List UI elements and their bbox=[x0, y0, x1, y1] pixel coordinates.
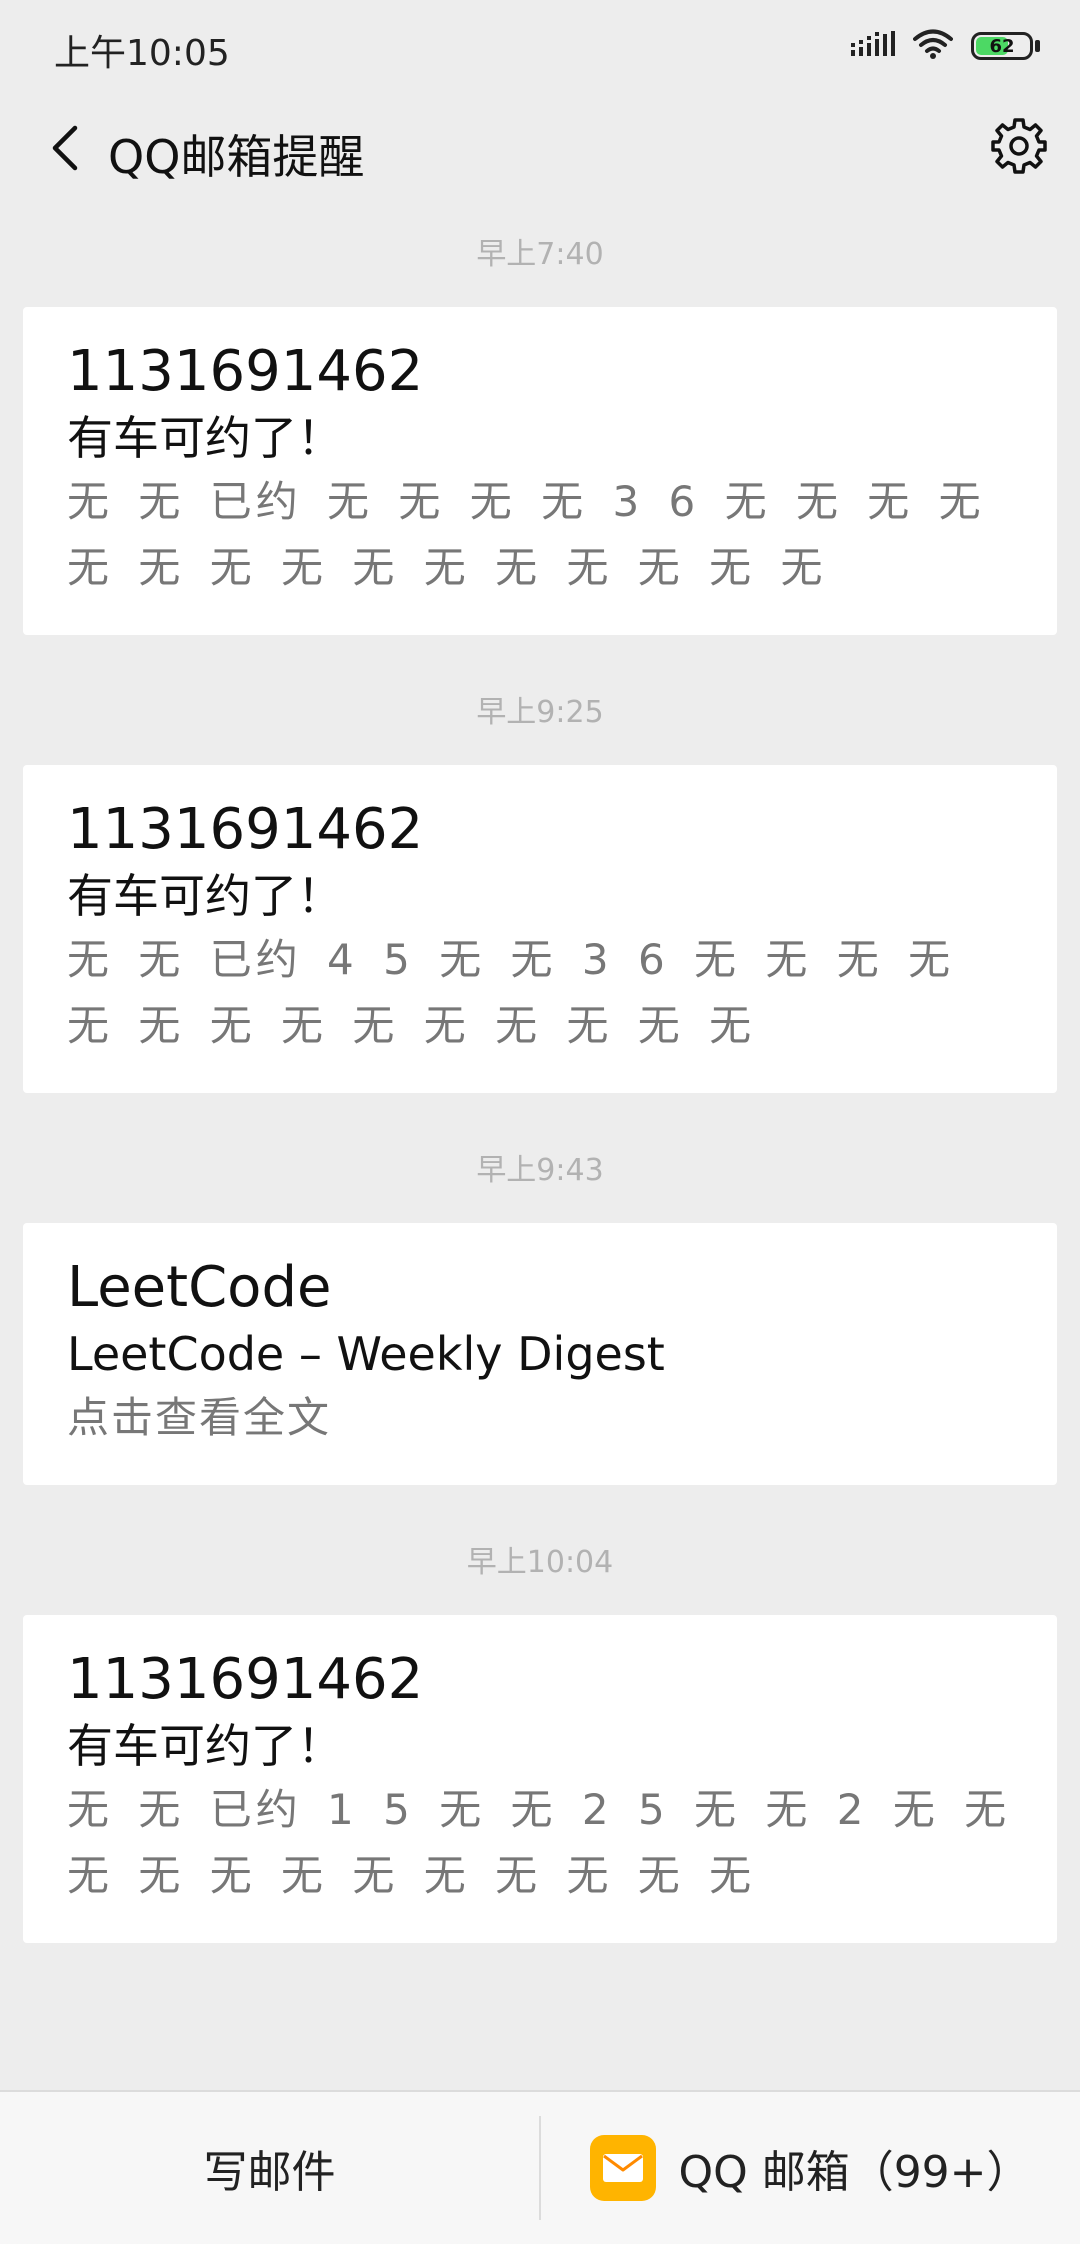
message-group: 早上10:04 1131691462 有车可约了！ 无 无 已约 1 5 无 无… bbox=[0, 1543, 1080, 1943]
message-subject: 有车可约了！ bbox=[67, 411, 343, 465]
status-bar: 上午10:05 62 bbox=[0, 0, 1080, 95]
message-body: 点击查看全文 bbox=[67, 1393, 332, 1442]
message-timestamp: 早上9:25 bbox=[476, 695, 604, 730]
app-label: QQ 邮箱（99+） bbox=[678, 2147, 1031, 2198]
back-button[interactable] bbox=[30, 115, 100, 185]
message-group: 早上7:40 1131691462 有车可约了！ 无 无 已约 无 无 无 无 … bbox=[0, 235, 1080, 635]
message-timestamp: 早上9:43 bbox=[476, 1153, 604, 1188]
nav-bar: QQ邮箱提醒 bbox=[0, 95, 1080, 205]
open-qq-mail-button[interactable]: QQ 邮箱（99+） bbox=[541, 2092, 1080, 2244]
message-sender: LeetCode bbox=[67, 1255, 332, 1320]
bottom-bar: 写邮件 QQ 邮箱（99+） bbox=[0, 2090, 1080, 2244]
mail-envelope-icon bbox=[590, 2135, 657, 2201]
gear-icon bbox=[991, 118, 1047, 178]
message-group: 早上9:25 1131691462 有车可约了！ 无 无 已约 4 5 无 无 … bbox=[0, 693, 1080, 1093]
settings-button[interactable] bbox=[986, 115, 1052, 181]
message-timestamp: 早上10:04 bbox=[466, 1545, 614, 1580]
message-sender: 1131691462 bbox=[67, 1647, 424, 1712]
message-sender: 1131691462 bbox=[67, 797, 424, 862]
compose-label: 写邮件 bbox=[203, 2147, 336, 2198]
message-subject: LeetCode – Weekly Digest bbox=[67, 1327, 665, 1381]
message-card[interactable]: 1131691462 有车可约了！ 无 无 已约 1 5 无 无 2 5 无 无… bbox=[23, 1615, 1057, 1943]
message-feed: 早上7:40 1131691462 有车可约了！ 无 无 已约 无 无 无 无 … bbox=[0, 235, 1080, 1943]
message-sender: 1131691462 bbox=[67, 339, 424, 404]
message-group: 早上9:43 LeetCode LeetCode – Weekly Digest… bbox=[0, 1151, 1080, 1485]
message-timestamp: 早上7:40 bbox=[476, 237, 604, 272]
message-body: 无 无 已约 无 无 无 无 3 6 无 无 无 无 无 无 无 无 无 无 无… bbox=[67, 477, 985, 592]
message-subject: 有车可约了！ bbox=[67, 1719, 343, 1773]
compose-button[interactable]: 写邮件 bbox=[0, 2092, 539, 2244]
chevron-left-icon bbox=[45, 123, 85, 177]
message-card[interactable]: LeetCode LeetCode – Weekly Digest 点击查看全文 bbox=[23, 1223, 1057, 1485]
message-subject: 有车可约了！ bbox=[67, 869, 343, 923]
message-card[interactable]: 1131691462 有车可约了！ 无 无 已约 4 5 无 无 3 6 无 无… bbox=[23, 765, 1057, 1093]
status-time: 上午10:05 bbox=[54, 33, 230, 74]
signal-icon bbox=[851, 29, 895, 63]
page-title: QQ邮箱提醒 bbox=[108, 130, 365, 184]
message-body: 无 无 已约 4 5 无 无 3 6 无 无 无 无 无 无 无 无 无 无 无… bbox=[67, 935, 955, 1050]
battery-icon: 62 bbox=[971, 32, 1040, 60]
status-icons: 62 bbox=[851, 26, 1040, 66]
message-body: 无 无 已约 1 5 无 无 2 5 无 无 2 无 无 无 无 无 无 无 无… bbox=[67, 1785, 1011, 1900]
wifi-icon bbox=[913, 28, 953, 64]
battery-level: 62 bbox=[989, 35, 1015, 57]
battery-indicator: 62 bbox=[971, 32, 1033, 60]
battery-cap bbox=[1035, 40, 1040, 52]
message-card[interactable]: 1131691462 有车可约了！ 无 无 已约 无 无 无 无 3 6 无 无… bbox=[23, 307, 1057, 635]
